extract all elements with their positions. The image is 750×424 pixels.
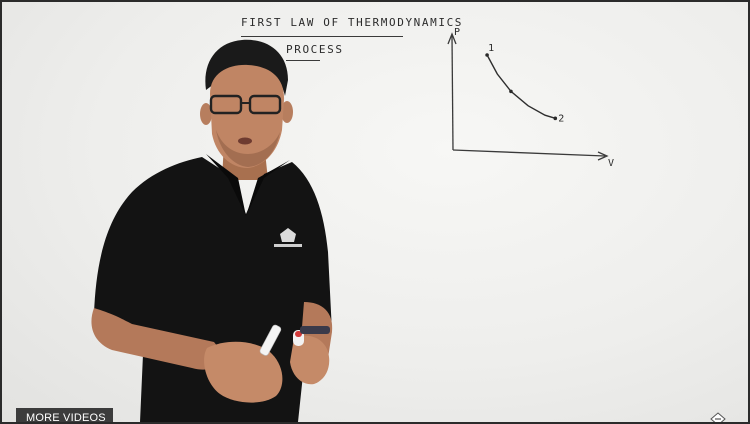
presenter-face [210,64,285,168]
presenter-image [91,39,333,422]
more-videos-button[interactable]: MORE VIDEOS [16,408,113,422]
share-icon[interactable] [710,412,726,422]
video-player[interactable]: FIRST LAW OF THERMODYNAMICS PROCESS P V … [0,0,750,424]
video-frame[interactable]: FIRST LAW OF THERMODYNAMICS PROCESS P V … [2,2,748,422]
